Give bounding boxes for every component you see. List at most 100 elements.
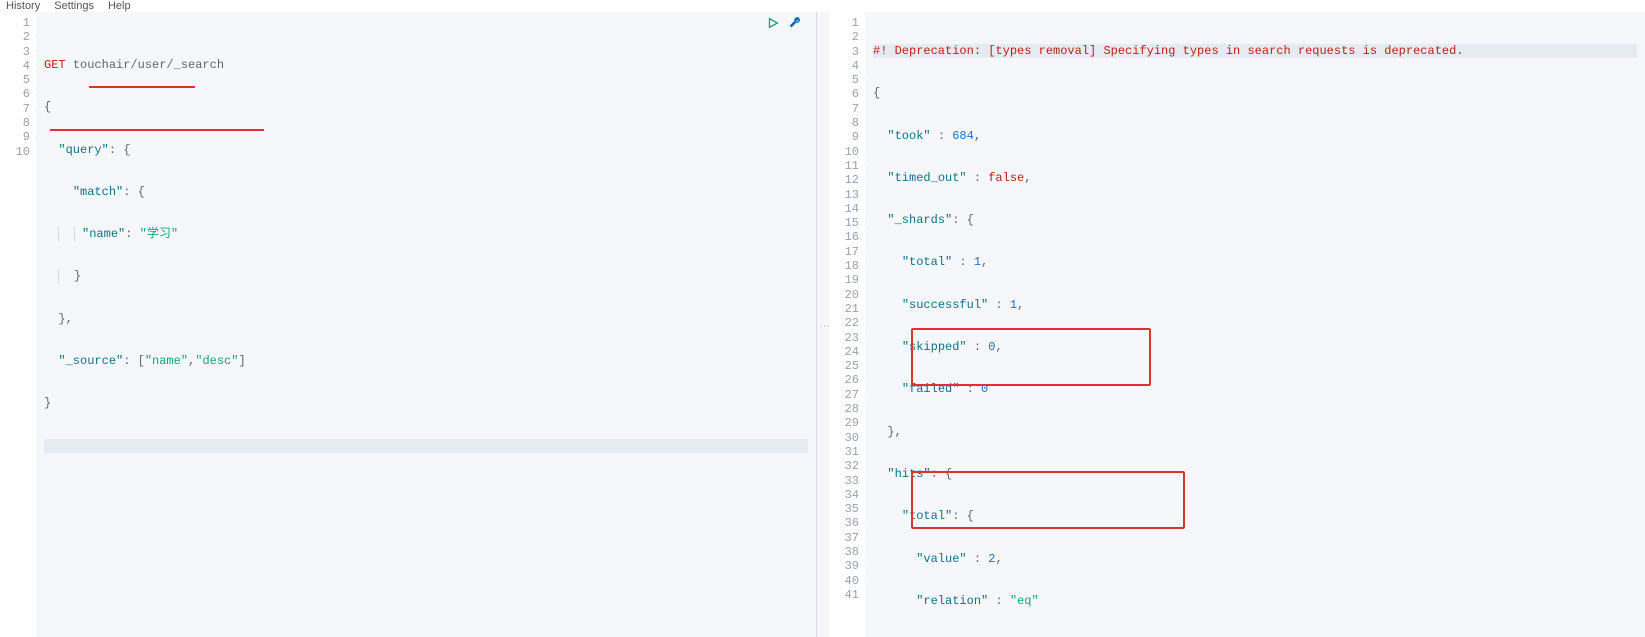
gutter-line: 4 [829, 59, 859, 73]
grip-icon: ⋮ [818, 321, 829, 329]
deprecation-warning: #! Deprecation: [types removal] Specifyi… [873, 44, 1464, 58]
gutter-line: 8 [829, 116, 859, 130]
gutter-line: 7 [829, 102, 859, 116]
annotation-underline [89, 86, 195, 88]
response-gutter: 12▾345▾678910▴11▾12▾131415▴1617▾18▾19202… [829, 12, 865, 637]
punc: : [952, 255, 974, 269]
menu-settings[interactable]: Settings [54, 0, 94, 12]
gutter-line: 13 [829, 188, 859, 202]
punc: : { [109, 143, 131, 157]
gutter-line: 39▴ [829, 559, 859, 573]
menu-bar: History Settings Help [0, 0, 1645, 12]
json-key: "total" [902, 509, 952, 523]
punc: : [967, 340, 989, 354]
json-value: "name" [145, 354, 188, 368]
json-key: "relation" [916, 594, 988, 608]
punc: : { [952, 213, 974, 227]
gutter-line: 41 [829, 588, 859, 602]
gutter-line: 33▾ [829, 474, 859, 488]
request-path: touchair/user/_search [73, 58, 224, 72]
json-key: "failed" [902, 382, 960, 396]
gutter-line: 2▾ [0, 30, 30, 44]
gutter-line: 17▾ [829, 245, 859, 259]
gutter-line: 23▾ [829, 331, 859, 345]
json-key: "timed_out" [887, 171, 966, 185]
brace: }, [887, 425, 901, 439]
pane-splitter[interactable]: ⋮ [817, 12, 829, 637]
split-view: 1 2▾ 3▾ 4▾ 5 6▴ 7▴ 8 9▴ 10 GET touchair/… [0, 12, 1645, 637]
punc: : [988, 298, 1010, 312]
wrench-icon[interactable] [788, 16, 802, 34]
punc: : [ [123, 354, 145, 368]
json-value: 1 [1010, 298, 1017, 312]
annotation-box [911, 328, 1151, 386]
gutter-line: 16 [829, 230, 859, 244]
gutter-line: 22 [829, 316, 859, 330]
json-key: "match" [73, 185, 123, 199]
current-line [44, 439, 808, 453]
request-gutter: 1 2▾ 3▾ 4▾ 5 6▴ 7▴ 8 9▴ 10 [0, 12, 36, 637]
gutter-line: 20 [829, 288, 859, 302]
gutter-line: 25 [829, 359, 859, 373]
brace: }, [58, 312, 72, 326]
punc: , [995, 340, 1002, 354]
gutter-line: 2▾ [829, 30, 859, 44]
gutter-line: 1 [829, 16, 859, 30]
gutter-line: 24 [829, 345, 859, 359]
annotation-underline [50, 129, 264, 131]
menu-help[interactable]: Help [108, 0, 131, 12]
gutter-line: 6▴ [0, 87, 30, 101]
punc: , [1024, 171, 1031, 185]
punc: , [1017, 298, 1024, 312]
json-key: "hits" [887, 467, 930, 481]
json-value: 1 [974, 255, 981, 269]
punc: : [959, 382, 981, 396]
json-key: "_shards" [887, 213, 952, 227]
response-viewer[interactable]: #! Deprecation: [types removal] Specifyi… [865, 12, 1645, 637]
gutter-line: 29 [829, 416, 859, 430]
gutter-line: 15▴ [829, 216, 859, 230]
punc: : [125, 227, 139, 241]
gutter-line: 28▾ [829, 402, 859, 416]
gutter-line: 14 [829, 202, 859, 216]
brace: { [873, 86, 880, 100]
gutter-line: 11▾ [829, 159, 859, 173]
gutter-line: 37▴ [829, 531, 859, 545]
gutter-line: 21 [829, 302, 859, 316]
gutter-line: 35 [829, 502, 859, 516]
request-editor[interactable]: GET touchair/user/_search { "query": { "… [36, 12, 816, 637]
gutter-line: 31 [829, 445, 859, 459]
punc: : { [931, 467, 953, 481]
gutter-line: 19 [829, 273, 859, 287]
gutter-line: 27▴ [829, 388, 859, 402]
run-icon[interactable] [766, 16, 780, 34]
menu-history[interactable]: History [6, 0, 40, 12]
punc: : [967, 552, 989, 566]
json-key: "skipped" [902, 340, 967, 354]
http-method: GET [44, 58, 66, 72]
gutter-line: 3▾ [0, 45, 30, 59]
gutter-line: 32 [829, 459, 859, 473]
punc: , [981, 255, 988, 269]
json-key: "query" [58, 143, 108, 157]
gutter-line: 26▴ [829, 373, 859, 387]
gutter-line: 30 [829, 431, 859, 445]
gutter-line: 38▴ [829, 545, 859, 559]
json-key: "total" [902, 255, 952, 269]
gutter-line: 18▾ [829, 259, 859, 273]
json-key: "took" [887, 129, 930, 143]
gutter-line: 1 [0, 16, 30, 30]
gutter-line: 34 [829, 488, 859, 502]
json-value: 0 [981, 382, 988, 396]
gutter-line: 10▴ [829, 145, 859, 159]
gutter-line: 9▴ [0, 130, 30, 144]
punc: : [931, 129, 953, 143]
gutter-line: 7▴ [0, 102, 30, 116]
brace: } [74, 269, 81, 283]
punc: : [967, 171, 989, 185]
punc: , [995, 552, 1002, 566]
json-key: "name" [82, 227, 125, 241]
gutter-line: 3 [829, 45, 859, 59]
json-value: "desc" [195, 354, 238, 368]
json-value: false [988, 171, 1024, 185]
